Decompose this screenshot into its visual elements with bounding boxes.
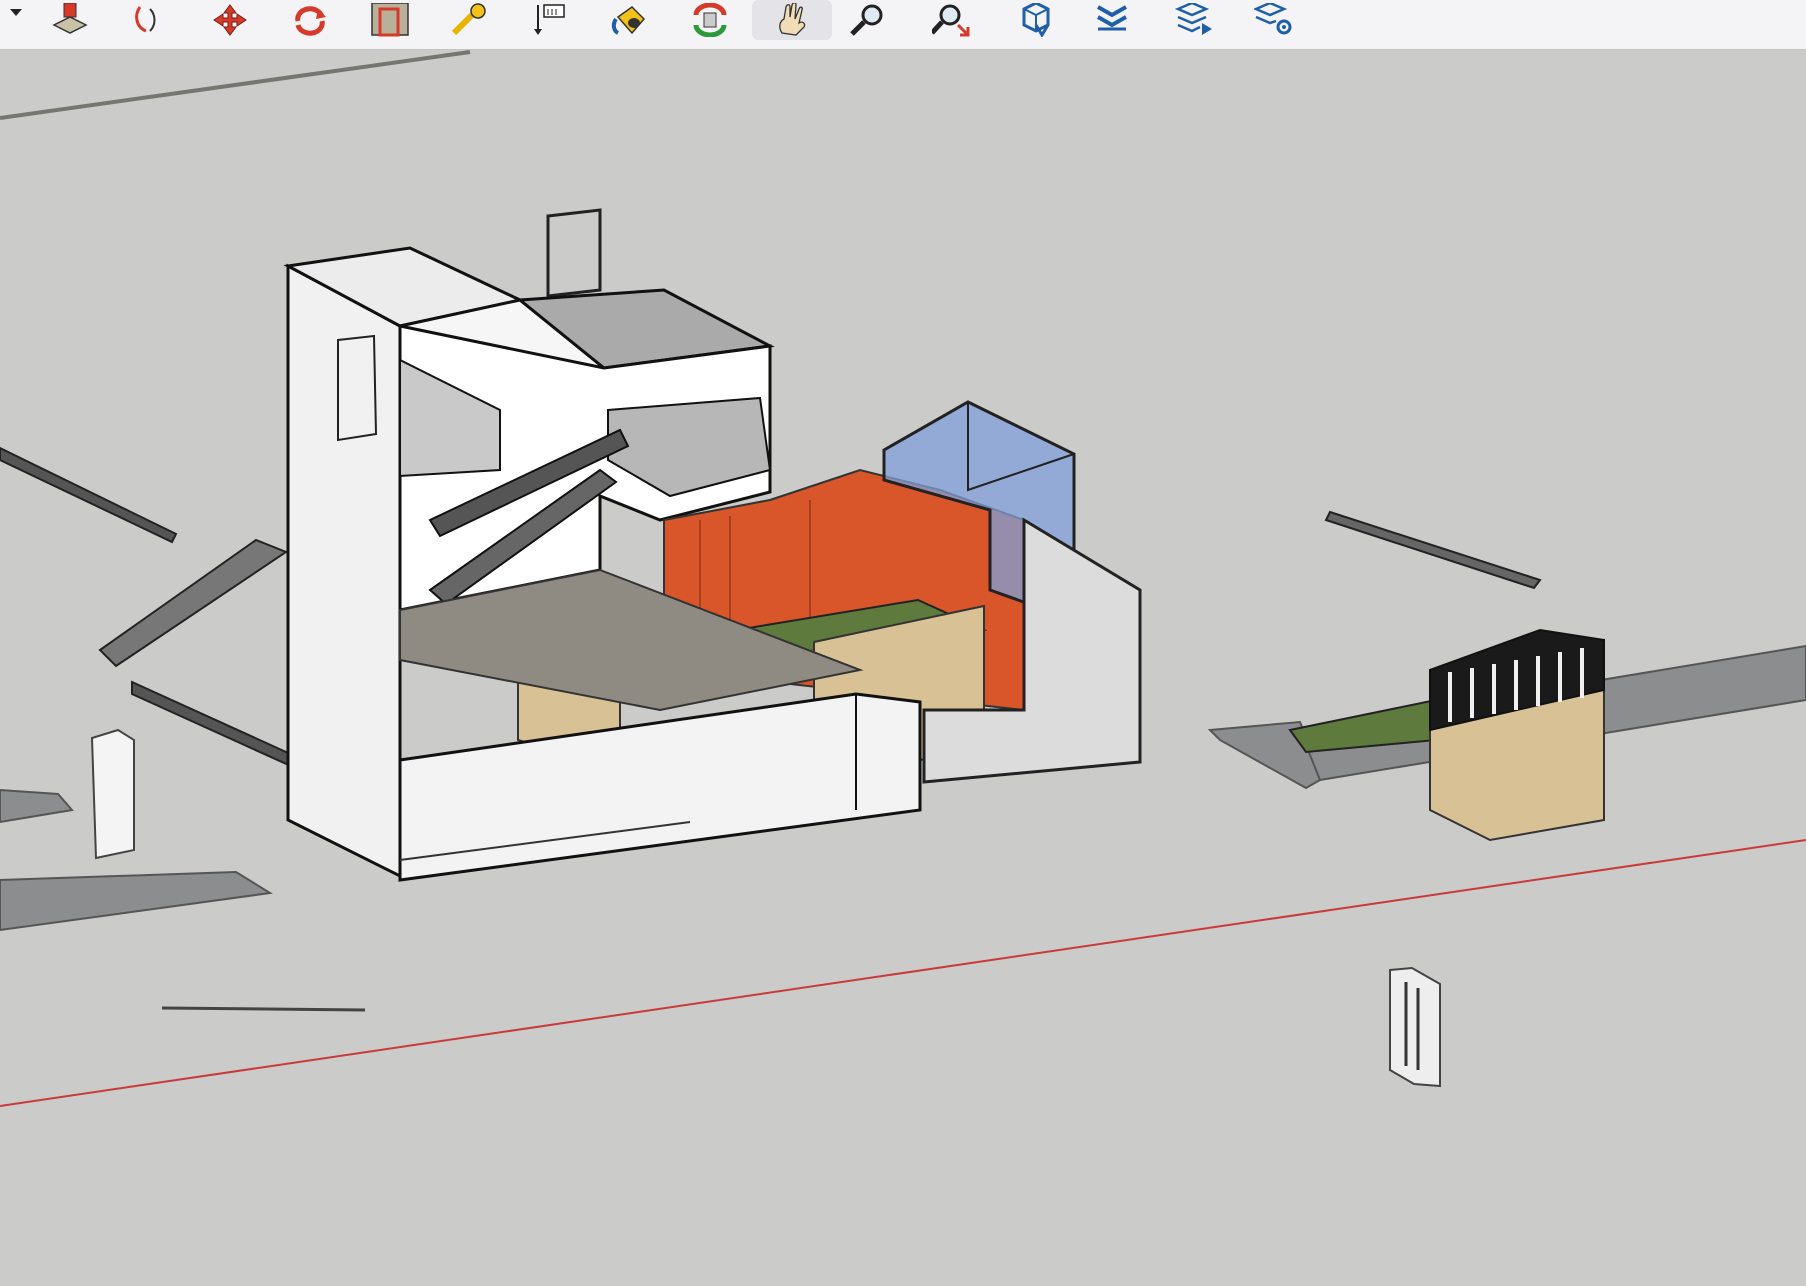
ground-edge-line xyxy=(0,50,471,120)
toolbar-dropdown-icon[interactable] xyxy=(10,2,22,21)
model-viewport[interactable] xyxy=(0,50,1806,1286)
layers-icon xyxy=(1174,3,1212,35)
layers-tool-button[interactable] xyxy=(1172,0,1216,40)
zoom-icon xyxy=(850,4,883,36)
chimney xyxy=(546,208,602,298)
tape-measure-icon xyxy=(451,3,486,36)
main-toolbar xyxy=(0,0,1806,50)
pan-tool-button[interactable] xyxy=(752,0,832,40)
paint-bucket-tool-button[interactable] xyxy=(608,0,652,40)
door-object xyxy=(1389,966,1441,1088)
move-icon xyxy=(213,4,247,36)
loose-stair-flight xyxy=(98,538,289,668)
orbit-icon xyxy=(693,3,727,37)
move-tool-button[interactable] xyxy=(208,0,252,40)
3d-model-scene xyxy=(0,50,1806,1107)
zoom-tool-button[interactable] xyxy=(846,0,890,40)
extension-icon xyxy=(1097,5,1127,31)
paint-bucket-icon xyxy=(611,6,646,35)
offset-icon xyxy=(371,3,409,37)
push-pull-tool-button[interactable] xyxy=(48,0,92,40)
push-pull-icon xyxy=(52,3,88,34)
front-wall xyxy=(398,692,922,882)
rotate-tool-button[interactable] xyxy=(288,0,332,40)
red-axis-line xyxy=(0,839,1806,1107)
zoom-extents-tool-button[interactable] xyxy=(930,0,974,40)
zoom-extents-icon xyxy=(932,4,970,37)
rotate-icon xyxy=(295,6,326,36)
follow-me-icon xyxy=(135,6,156,33)
dimension-icon xyxy=(534,4,565,35)
extension-warehouse-tool-button[interactable] xyxy=(1090,0,1134,40)
warehouse-icon xyxy=(1022,3,1050,37)
left-slab-small xyxy=(0,788,74,824)
left-slab xyxy=(0,870,273,932)
right-stringer xyxy=(1324,510,1542,590)
layer-settings-icon xyxy=(1254,3,1292,35)
tape-measure-tool-button[interactable] xyxy=(448,0,492,40)
follow-me-tool-button[interactable] xyxy=(128,0,172,40)
orbit-tool-button[interactable] xyxy=(688,0,732,40)
dimension-tool-button[interactable] xyxy=(528,0,572,40)
warehouse-tool-button[interactable] xyxy=(1012,0,1056,40)
pan-hand-icon xyxy=(779,3,806,36)
offset-tool-button[interactable] xyxy=(368,0,412,40)
left-post xyxy=(90,728,135,860)
loose-stringer-1 xyxy=(0,446,178,544)
layer-settings-tool-button[interactable] xyxy=(1252,0,1296,40)
building-left-wall xyxy=(286,263,402,879)
stray-edge-line xyxy=(161,1006,366,1012)
